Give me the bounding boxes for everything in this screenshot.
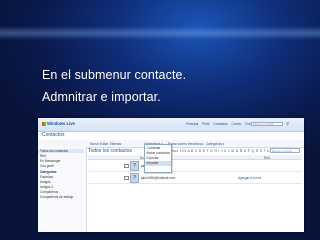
embedded-screenshot: Windows Live Principal Perfil Contactos … — [38, 118, 304, 232]
sidebar-heading-categories: Categorías — [40, 170, 57, 174]
slide-text-line-2: Admnitrar e importar. — [42, 90, 161, 104]
sidebar-item-coworkers[interactable]: Compañeros — [40, 190, 58, 194]
nav-principal[interactable]: Principal — [186, 122, 198, 126]
avatar: ? — [130, 161, 139, 171]
column-network[interactable]: Red — [264, 156, 270, 160]
edit-button[interactable]: Editar — [100, 142, 108, 146]
nav-perfil[interactable]: Perfil — [202, 122, 209, 126]
sidebar-item-friends[interactable]: Amigos — [40, 180, 51, 184]
row-checkbox[interactable] — [124, 163, 129, 168]
categories-button[interactable]: Categorías ▾ — [206, 142, 224, 146]
web-search-input[interactable]: Buscar en la Web — [251, 121, 283, 126]
sidebar-item-profile[interactable]: Con perfil — [40, 164, 54, 168]
sidebar-item-all-contacts[interactable]: Todos los contactos — [38, 149, 84, 153]
list-search-input[interactable]: Buscar en la lista — [270, 148, 300, 153]
row-checkbox[interactable] — [124, 175, 129, 180]
menu-item-import[interactable]: Importar — [145, 161, 171, 166]
light-streak — [0, 26, 320, 40]
list-title: Todos los contactos — [88, 148, 132, 154]
sidebar-item-favorites[interactable]: Favoritos — [40, 175, 53, 179]
add-to-network-link[interactable]: Agregar a tu red — [238, 176, 261, 180]
sidebar-item-friends-2[interactable]: Amigos 2 — [40, 185, 53, 189]
brand-logo[interactable]: Windows Live — [42, 121, 75, 126]
page-title: Contactos — [42, 132, 65, 138]
table-row[interactable]: ? jair123456 — [88, 160, 302, 172]
send-email-button[interactable]: Enviar correo electrónico — [168, 142, 203, 146]
contact-name[interactable]: jairlo1984@hotmail.com — [141, 176, 175, 180]
nav-correo[interactable]: Correo — [232, 122, 242, 126]
slide-text-line-1: En el submenur contacte. — [42, 68, 187, 82]
search-icon[interactable]: ⚲ — [286, 121, 289, 126]
nav-contactos[interactable]: Contactos — [213, 122, 227, 126]
sidebar-item-network[interactable]: Red — [40, 154, 46, 158]
delete-button[interactable]: Eliminar — [110, 142, 122, 146]
top-bar: Windows Live Principal Perfil Contactos … — [38, 118, 304, 132]
avatar: ? — [130, 173, 139, 183]
table-row[interactable]: ? jairlo1984@hotmail.com Agregar a tu re… — [88, 172, 302, 184]
new-button[interactable]: Nuevo — [90, 142, 99, 146]
sidebar-item-work-colleagues[interactable]: Compañeros de trabajo — [40, 195, 73, 199]
windows-logo-icon — [42, 121, 46, 126]
sidebar-item-messenger[interactable]: En Messenger — [40, 159, 61, 163]
brand-name: Windows Live — [47, 121, 75, 126]
manage-dropdown-menu: Combinar Borrar contactos Exportar Impor… — [144, 144, 172, 173]
sidebar: Todos los contactos Red En Messenger Con… — [38, 147, 87, 232]
